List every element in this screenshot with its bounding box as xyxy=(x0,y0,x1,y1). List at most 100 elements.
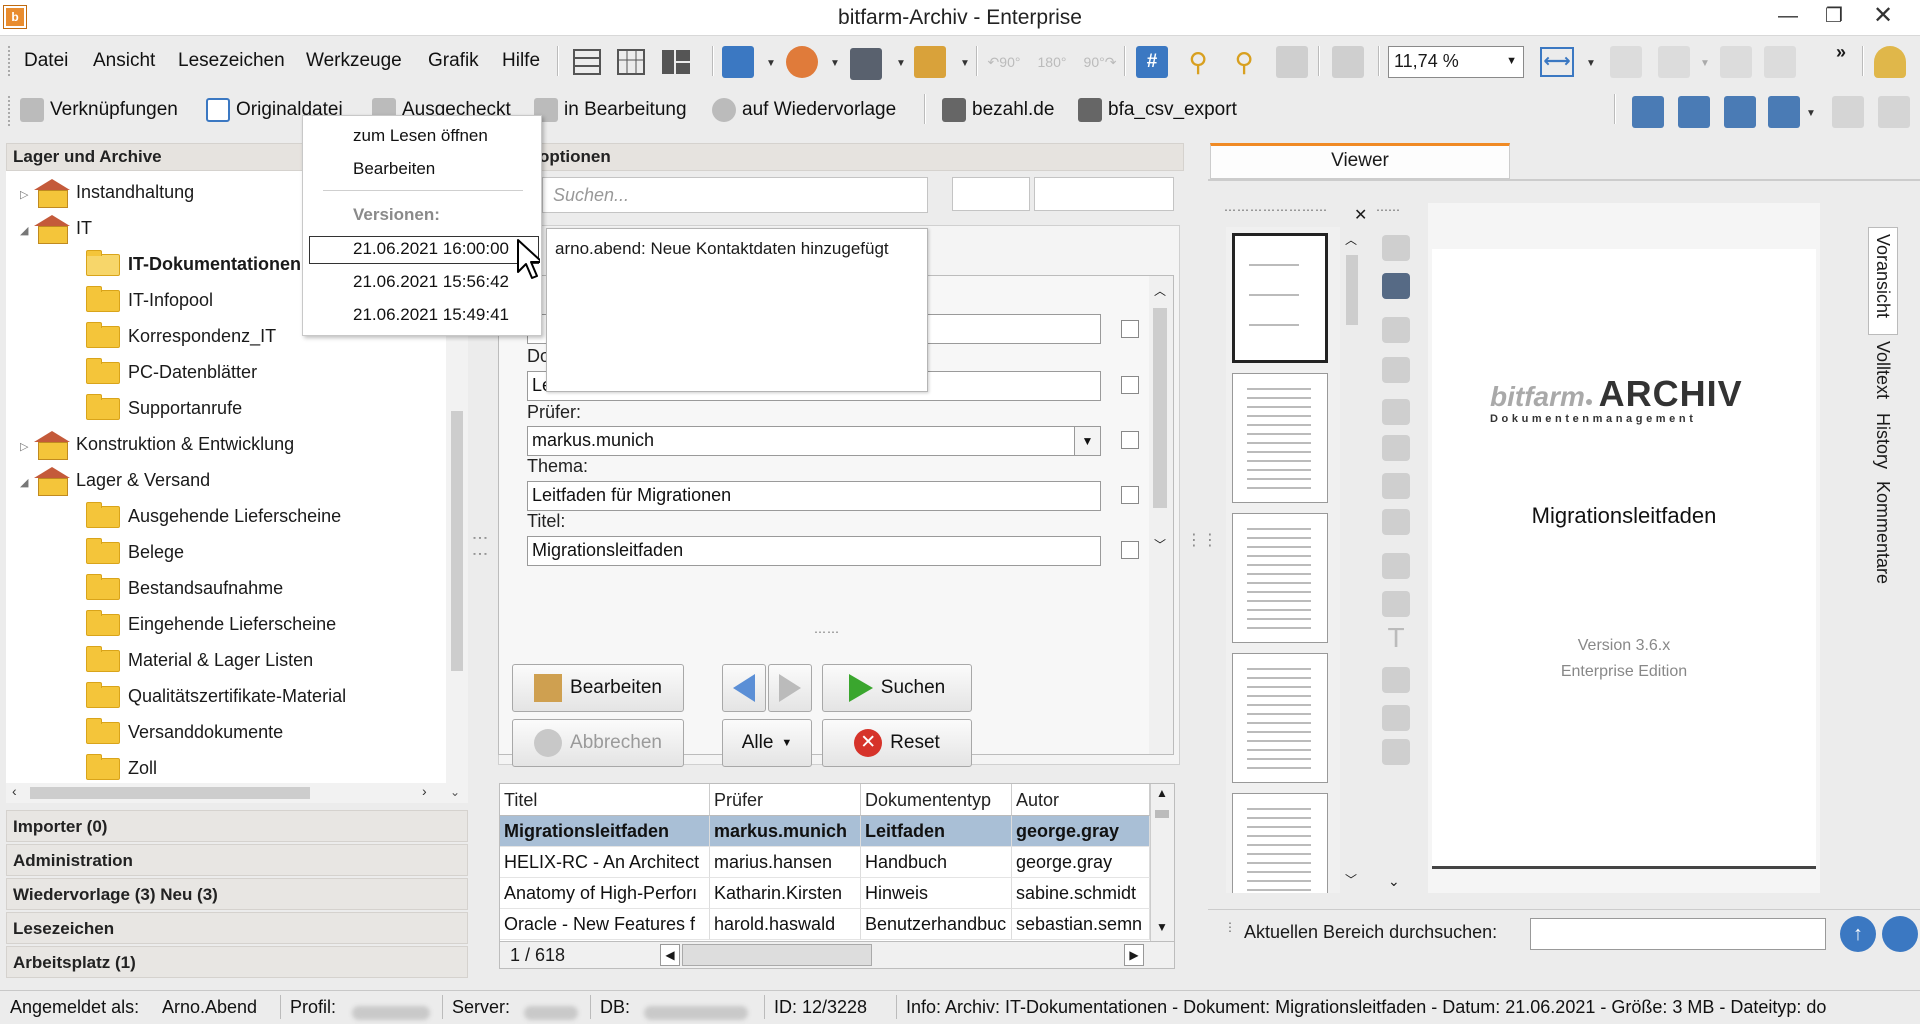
accordion-lesezeichen[interactable]: Lesezeichen xyxy=(6,912,468,944)
splitter-grip[interactable]: ⋮⋮ xyxy=(470,530,489,562)
page-thumbnail[interactable] xyxy=(1232,653,1328,783)
search-up-icon[interactable]: ↑ xyxy=(1840,916,1876,952)
scroll-left-icon[interactable]: ‹ xyxy=(12,783,17,799)
overflow-chevron-icon[interactable]: » xyxy=(1836,42,1846,63)
accordion-importer[interactable]: Importer (0) xyxy=(6,810,468,842)
document-new-icon[interactable] xyxy=(1632,96,1664,128)
scroll-thumb[interactable] xyxy=(682,944,872,966)
maximize-icon[interactable]: ❐ xyxy=(1811,0,1857,34)
table-vscrollbar[interactable]: ▲ ▼ xyxy=(1150,784,1174,942)
chevron-down-icon[interactable]: ▼ xyxy=(1700,58,1710,69)
filter-field[interactable] xyxy=(1034,177,1174,211)
link-add-icon[interactable]: ⚲ xyxy=(1228,46,1260,78)
abbrechen-button[interactable]: Abbrechen xyxy=(512,719,684,767)
send-mail-icon[interactable] xyxy=(786,46,818,78)
suchen-button[interactable]: Suchen xyxy=(822,664,972,712)
view-layout-icons[interactable] xyxy=(570,46,710,78)
scroll-thumb[interactable] xyxy=(1155,810,1169,818)
field-checkbox[interactable] xyxy=(1121,541,1139,559)
scroll-thumb[interactable] xyxy=(30,787,310,799)
scroll-down-icon[interactable]: ﹀ xyxy=(1345,871,1357,888)
scroll-thumb[interactable] xyxy=(1153,308,1167,508)
tree-item[interactable]: IT-Infopool xyxy=(86,283,213,317)
side-tab-volltext[interactable]: Volltext xyxy=(1872,341,1893,399)
save-icon[interactable] xyxy=(722,46,754,78)
scroll-right-icon[interactable]: ▶ xyxy=(1124,944,1144,966)
disabled-tool-icon[interactable] xyxy=(1764,46,1796,78)
collapsed-arrow-icon[interactable]: ▷ xyxy=(20,178,34,212)
filter-field[interactable] xyxy=(952,177,1030,211)
alle-dropdown[interactable]: Alle ▼ xyxy=(722,719,812,767)
rotate-180-icon[interactable]: 180° xyxy=(1034,46,1070,78)
prev-button[interactable] xyxy=(722,664,766,712)
disabled-tool-icon[interactable] xyxy=(1276,46,1308,78)
expanded-arrow-icon[interactable]: ◢ xyxy=(20,466,34,500)
column-header[interactable]: Dokumententyp xyxy=(861,784,1012,816)
tree-item[interactable]: ◢ IT xyxy=(20,211,92,245)
close-icon[interactable]: ✕ xyxy=(1860,0,1906,34)
view-icon[interactable] xyxy=(1382,273,1410,299)
splitter-grip[interactable]: ⋯⋯ xyxy=(814,625,840,639)
accordion-wiedervorlage[interactable]: Wiedervorlage (3) Neu (3) xyxy=(6,878,468,910)
tree-item[interactable]: Eingehende Lieferscheine xyxy=(86,607,336,641)
column-header[interactable]: Prüfer xyxy=(710,784,861,816)
tree-item[interactable]: Material & Lager Listen xyxy=(86,643,313,677)
rotate-right-icon[interactable]: 90°↷ xyxy=(1082,46,1118,78)
version-item[interactable]: 21.06.2021 15:49:41 xyxy=(353,305,509,325)
page-thumbnail[interactable] xyxy=(1232,373,1328,503)
menu-hilfe[interactable]: Hilfe xyxy=(502,50,540,72)
tree-item[interactable]: Bestandsaufnahme xyxy=(86,571,283,605)
chevron-down-icon[interactable]: ▼ xyxy=(1586,58,1596,69)
tree-item[interactable]: Ausgehende Lieferscheine xyxy=(86,499,341,533)
lock-icon[interactable] xyxy=(1878,96,1910,128)
tree-item[interactable]: ▷ Konstruktion & Entwicklung xyxy=(20,427,294,461)
tree-item[interactable]: Qualitätszertifikate-Material xyxy=(86,679,346,713)
stamp-icon[interactable] xyxy=(1382,473,1410,499)
page-thumbnail[interactable] xyxy=(1232,513,1328,643)
delete-icon[interactable] xyxy=(1832,96,1864,128)
shortcut-in-bearbeitung[interactable]: in Bearbeitung xyxy=(534,98,687,122)
pointer-icon[interactable] xyxy=(1382,317,1410,343)
field-thema[interactable]: Leitfaden für Migrationen xyxy=(527,481,1101,511)
scroll-up-icon[interactable]: ▲ xyxy=(1156,786,1168,800)
page-thumbnail[interactable] xyxy=(1232,233,1328,363)
scroll-right-icon[interactable]: › xyxy=(422,783,427,799)
shortcut-csv-export[interactable]: bfa_csv_export xyxy=(1078,98,1237,122)
shortcut-wiedervorlage[interactable]: auf Wiedervorlage xyxy=(712,98,896,122)
chevron-down-icon[interactable]: ▼ xyxy=(896,58,906,69)
print-icon[interactable] xyxy=(850,48,882,80)
scroll-thumb[interactable] xyxy=(451,411,463,671)
document-scan-icon[interactable] xyxy=(1678,96,1710,128)
thumb-vscrollbar[interactable]: ︿ ﹀ xyxy=(1340,227,1364,893)
fit-width-icon[interactable]: ⟷ xyxy=(1540,47,1574,77)
minimize-icon[interactable]: — xyxy=(1765,0,1811,34)
shortcut-bezahl[interactable]: bezahl.de xyxy=(942,98,1054,122)
tree-hscrollbar[interactable]: ‹ › xyxy=(6,783,446,803)
scroll-up-icon[interactable]: ︿ xyxy=(1154,282,1166,299)
disabled-tool-icon[interactable] xyxy=(1332,46,1364,78)
tree-item[interactable]: Versanddokumente xyxy=(86,715,283,749)
chevron-down-icon[interactable]: ▼ xyxy=(1074,427,1100,455)
field-titel[interactable]: Migrationsleitfaden xyxy=(527,536,1101,566)
search-down-icon[interactable] xyxy=(1882,916,1918,952)
expanded-arrow-icon[interactable]: ◢ xyxy=(20,214,34,248)
field-pruefer[interactable]: markus.munich ▼ xyxy=(527,426,1101,456)
stamp-icon[interactable] xyxy=(1382,399,1410,425)
accordion-administration[interactable]: Administration xyxy=(6,844,468,876)
scroll-down-icon[interactable]: ⌄ xyxy=(450,785,460,799)
next-button[interactable] xyxy=(768,664,812,712)
grip-handle[interactable] xyxy=(8,46,11,76)
column-header[interactable]: Autor xyxy=(1012,784,1150,816)
field-checkbox[interactable] xyxy=(1121,376,1139,394)
viewer-search-input[interactable] xyxy=(1530,918,1826,950)
note-icon[interactable] xyxy=(1382,667,1410,693)
id-card-icon[interactable] xyxy=(1382,591,1410,617)
expand-tools-icon[interactable]: ⌄ xyxy=(1388,873,1400,890)
field-checkbox[interactable] xyxy=(1121,320,1139,338)
tree-item[interactable]: Supportanrufe xyxy=(86,391,242,425)
column-header[interactable]: Titel xyxy=(500,784,710,816)
rotate-left-icon[interactable]: ↶90° xyxy=(986,46,1022,78)
tool-grip[interactable]: ⋯⋯ xyxy=(1376,203,1414,217)
scroll-thumb[interactable] xyxy=(1346,255,1358,325)
menu-werkzeuge[interactable]: Werkzeuge xyxy=(306,50,402,72)
